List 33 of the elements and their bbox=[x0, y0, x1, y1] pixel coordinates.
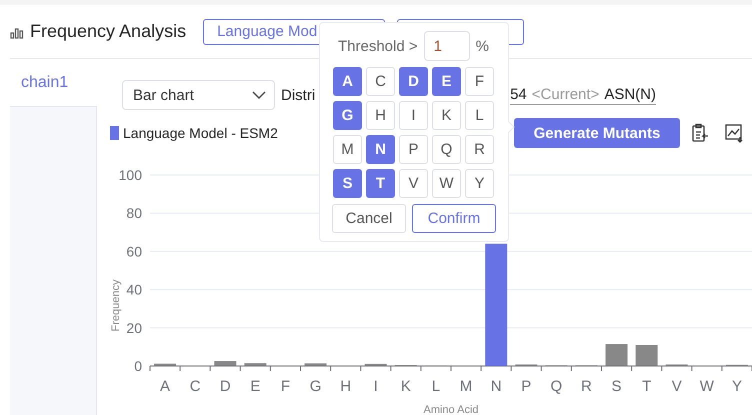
x-tick-label: C bbox=[190, 378, 201, 395]
distribution-label: Distri bbox=[281, 86, 316, 104]
x-tick-label: L bbox=[432, 378, 440, 395]
x-tick-label: Y bbox=[732, 378, 742, 395]
x-tick-label: M bbox=[460, 378, 472, 395]
x-tick-label: W bbox=[700, 378, 714, 395]
y-tick-label: 40 bbox=[126, 282, 142, 298]
y-tick-label: 80 bbox=[126, 205, 142, 222]
y-tick-label: 20 bbox=[126, 320, 142, 336]
position-label: 54 <Current> ASN(N) bbox=[510, 86, 656, 104]
x-tick-label: I bbox=[374, 378, 378, 395]
y-tick-label: 100 bbox=[118, 167, 142, 183]
x-tick-label: D bbox=[220, 378, 231, 395]
x-tick-label: Q bbox=[550, 378, 562, 395]
x-tick-label: V bbox=[672, 378, 682, 395]
y-tick-label: 60 bbox=[126, 243, 142, 260]
x-tick-label: E bbox=[250, 378, 260, 395]
x-axis-title: Amino Acid bbox=[423, 404, 479, 415]
x-tick-label: K bbox=[400, 378, 411, 395]
x-tick-label: P bbox=[521, 378, 532, 395]
y-tick-label: 0 bbox=[134, 358, 142, 374]
x-tick-label: H bbox=[340, 378, 352, 395]
page-title: Frequency Analysis bbox=[30, 21, 186, 42]
x-tick-label: R bbox=[581, 378, 592, 395]
x-tick-label: S bbox=[612, 378, 622, 395]
x-tick-label: T bbox=[642, 378, 652, 395]
legend-label: Language Model - ESM2 bbox=[123, 125, 278, 141]
x-tick-label: G bbox=[310, 378, 322, 395]
percent-label: % bbox=[476, 38, 489, 54]
x-tick-label: N bbox=[490, 378, 502, 395]
y-axis-title: Frequency bbox=[110, 280, 122, 332]
x-tick-label: F bbox=[280, 378, 290, 395]
x-tick-label: A bbox=[160, 378, 170, 395]
